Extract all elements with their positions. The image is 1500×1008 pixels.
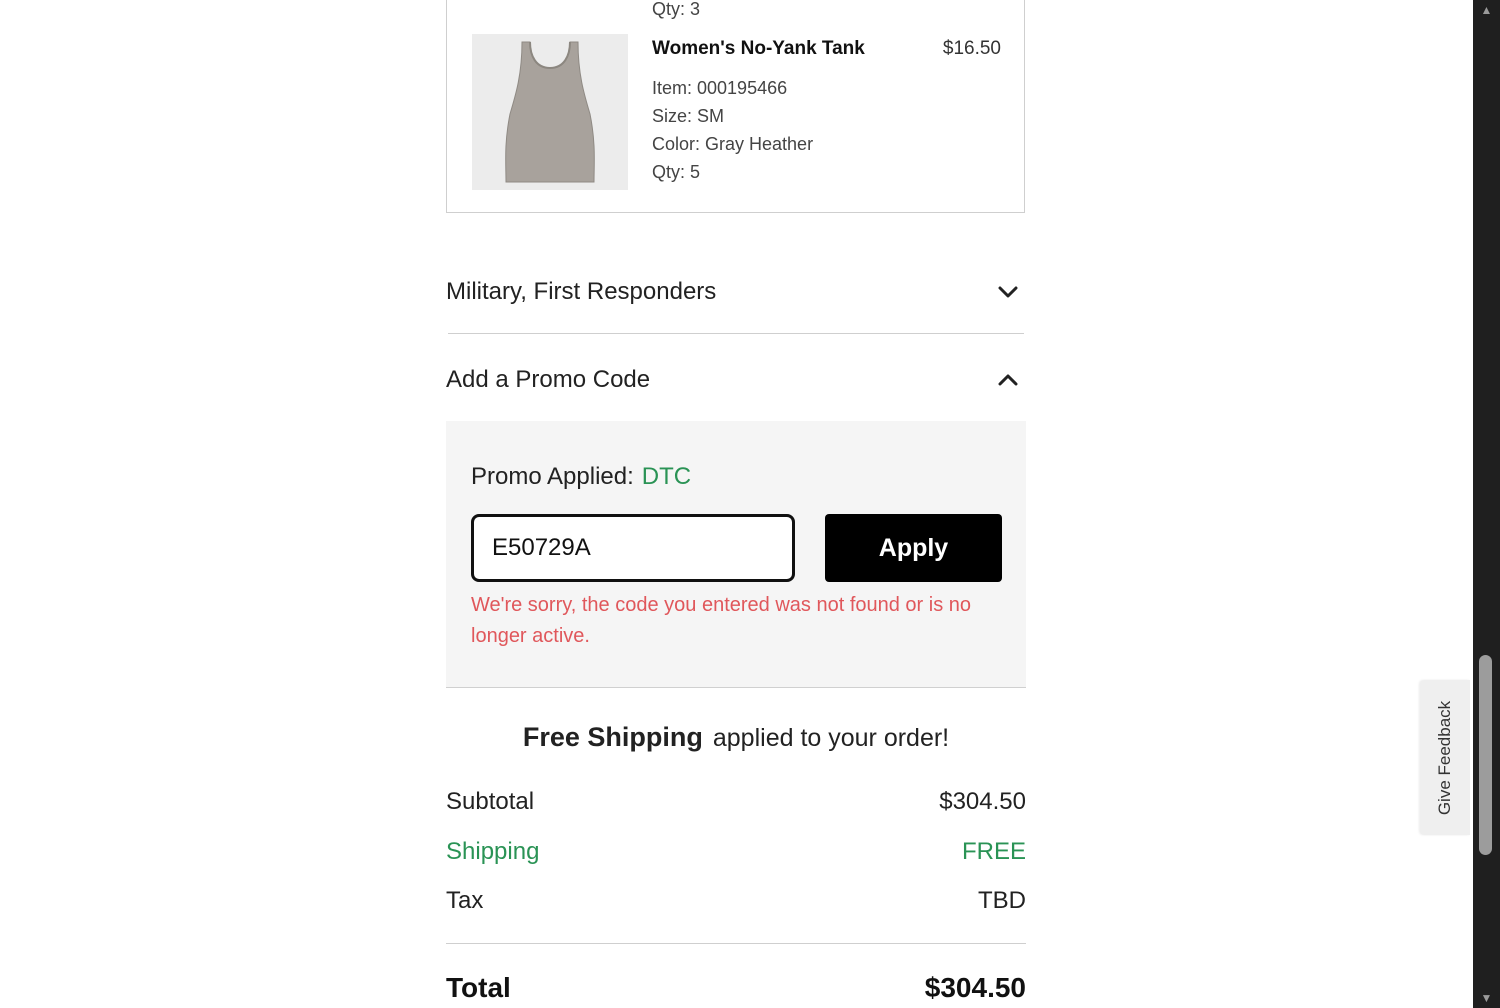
chevron-down-icon xyxy=(998,286,1018,298)
scroll-down-icon[interactable]: ▼ xyxy=(1473,988,1500,1008)
promo-error-message: We're sorry, the code you entered was no… xyxy=(471,594,972,647)
military-accordion-label: Military, First Responders xyxy=(446,278,717,305)
promo-accordion-header[interactable]: Add a Promo Code xyxy=(446,360,1026,400)
product-color: Color: Gray Heather xyxy=(652,134,814,154)
give-feedback-tab[interactable]: Give Feedback xyxy=(1420,680,1470,835)
scroll-up-icon[interactable]: ▲ xyxy=(1473,0,1500,20)
promo-applied-code: DTC xyxy=(641,463,692,490)
page-scrollbar[interactable]: ▲ ▼ xyxy=(1473,0,1500,1008)
shipping-value: FREE xyxy=(961,838,1026,865)
tank-top-image xyxy=(472,34,628,190)
accordion-divider xyxy=(448,333,1024,334)
free-shipping-strong: Free Shipping xyxy=(522,722,703,752)
promo-applied-label: Promo Applied: xyxy=(471,463,634,490)
military-accordion-header[interactable]: Military, First Responders xyxy=(446,272,1026,312)
total-row: Total $304.50 xyxy=(446,972,1026,1004)
product-price: $16.50 xyxy=(942,38,1001,59)
apply-promo-button[interactable]: Apply xyxy=(825,514,1002,582)
subtotal-row: Subtotal $304.50 xyxy=(446,788,1026,816)
product-image xyxy=(472,34,628,190)
shipping-label: Shipping xyxy=(446,838,540,865)
subtotal-label: Subtotal xyxy=(446,788,535,815)
give-feedback-label: Give Feedback xyxy=(1435,700,1454,815)
promo-code-panel: Promo Applied: DTC Apply We're sorry, the… xyxy=(446,421,1026,688)
promo-code-input[interactable] xyxy=(471,514,795,582)
promo-applied-text: Promo Applied: DTC xyxy=(471,463,691,491)
product-item-number: Item: 000195466 xyxy=(652,78,788,98)
tax-row: Tax TBD xyxy=(446,887,1026,915)
subtotal-value: $304.50 xyxy=(939,788,1026,815)
promo-accordion-label: Add a Promo Code xyxy=(446,366,651,393)
total-value: $304.50 xyxy=(924,972,1026,1003)
summary-divider xyxy=(446,943,1026,944)
product-qty: Qty: 5 xyxy=(652,162,701,182)
tax-value: TBD xyxy=(978,887,1026,914)
shipping-row: Shipping FREE xyxy=(446,838,1026,866)
previous-item-qty: Qty: 3 xyxy=(652,0,701,19)
free-shipping-banner: Free Shipping applied to your order! xyxy=(446,722,1026,753)
free-shipping-text: applied to your order! xyxy=(712,724,950,752)
scrollbar-thumb[interactable] xyxy=(1479,655,1492,855)
product-name[interactable]: Women's No-Yank Tank xyxy=(652,38,865,60)
checkout-page: Qty: 3 Women's No-Yank Tank $16.50 Item:… xyxy=(0,0,1500,1008)
tax-label: Tax xyxy=(446,887,484,914)
total-label: Total xyxy=(446,972,511,1003)
chevron-up-icon xyxy=(998,374,1018,386)
product-size: Size: SM xyxy=(652,106,725,126)
